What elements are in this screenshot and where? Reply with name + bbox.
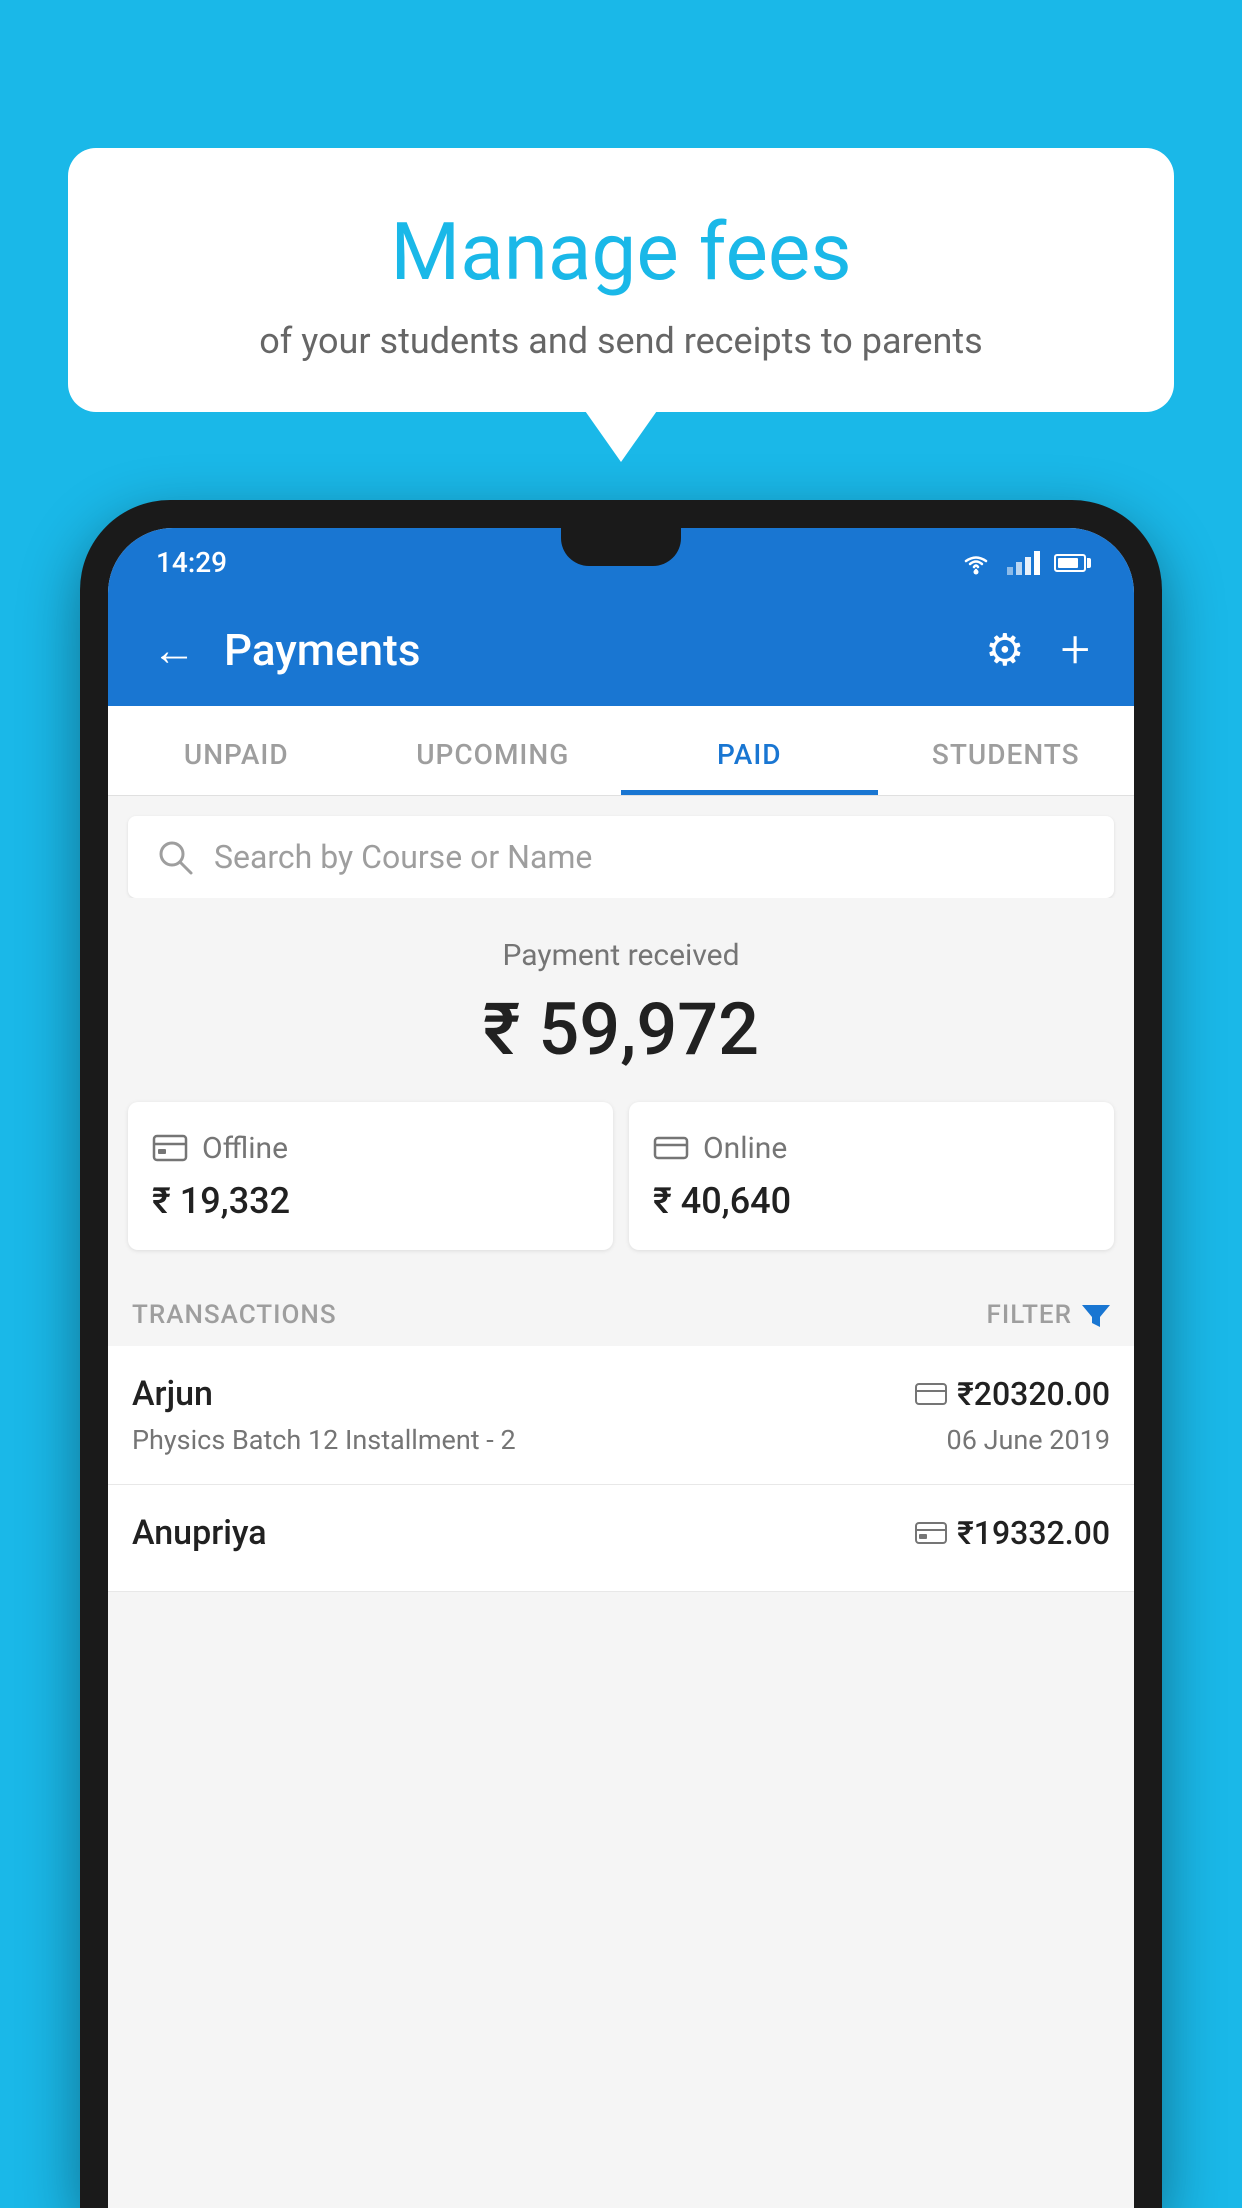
offline-payment-small-icon (915, 1520, 947, 1546)
online-payment-small-icon (915, 1381, 947, 1407)
phone-inner: 14:29 (108, 528, 1134, 2208)
speech-bubble-container: Manage fees of your students and send re… (68, 148, 1174, 412)
add-button[interactable]: + (1061, 619, 1090, 680)
transaction-name-arjun: Arjun (132, 1374, 213, 1414)
offline-payment-icon (152, 1130, 188, 1166)
content-area: Search by Course or Name Payment receive… (108, 796, 1134, 2208)
transaction-row-arjun: Arjun ₹20320.00 (132, 1374, 1110, 1414)
transaction-amount-arjun: ₹20320.00 (957, 1375, 1110, 1413)
filter-container[interactable]: FILTER (987, 1300, 1110, 1330)
transaction-item-arjun[interactable]: Arjun ₹20320.00 Physics Batch 12 Install… (108, 1346, 1134, 1485)
speech-bubble: Manage fees of your students and send re… (68, 148, 1174, 412)
transactions-header: TRANSACTIONS FILTER (108, 1280, 1134, 1346)
offline-label: Offline (202, 1131, 288, 1166)
phone-notch (561, 528, 681, 566)
online-amount: ₹ 40,640 (653, 1180, 1090, 1222)
tab-unpaid[interactable]: UNPAID (108, 706, 365, 795)
search-container[interactable]: Search by Course or Name (128, 816, 1114, 898)
transaction-amount-container-arjun: ₹20320.00 (915, 1375, 1110, 1413)
transaction-course-arjun: Physics Batch 12 Installment - 2 (132, 1424, 516, 1456)
status-time: 14:29 (156, 546, 227, 579)
filter-label: FILTER (987, 1300, 1072, 1330)
tabs-container: UNPAID UPCOMING PAID STUDENTS (108, 706, 1134, 796)
payment-total-amount: ₹ 59,972 (128, 987, 1114, 1072)
search-icon (156, 838, 194, 876)
search-placeholder: Search by Course or Name (214, 838, 592, 876)
offline-card-header: Offline (152, 1130, 589, 1166)
tab-paid[interactable]: PAID (621, 706, 878, 795)
transaction-row-anupriya: Anupriya ₹19332.00 (132, 1513, 1110, 1553)
battery-icon (1054, 554, 1086, 572)
settings-button[interactable]: ⚙ (985, 624, 1024, 676)
phone-frame: 14:29 (80, 500, 1162, 2208)
online-payment-icon (653, 1130, 689, 1166)
signal-bars-icon (1007, 551, 1040, 575)
transaction-date-arjun: 06 June 2019 (947, 1424, 1110, 1456)
transaction-item-anupriya[interactable]: Anupriya ₹19332.00 (108, 1485, 1134, 1592)
payment-label: Payment received (128, 938, 1114, 973)
bubble-title: Manage fees (116, 208, 1126, 296)
online-payment-card: Online ₹ 40,640 (629, 1102, 1114, 1250)
tab-students[interactable]: STUDENTS (878, 706, 1135, 795)
tab-upcoming[interactable]: UPCOMING (365, 706, 622, 795)
bubble-subtitle: of your students and send receipts to pa… (116, 320, 1126, 362)
wifi-icon (959, 550, 993, 576)
transactions-label: TRANSACTIONS (132, 1300, 337, 1330)
app-bar-actions: ⚙ + (985, 619, 1090, 680)
offline-amount: ₹ 19,332 (152, 1180, 589, 1222)
transaction-name-anupriya: Anupriya (132, 1513, 267, 1553)
offline-payment-card: Offline ₹ 19,332 (128, 1102, 613, 1250)
status-icons (959, 550, 1086, 576)
online-label: Online (703, 1131, 787, 1166)
transaction-amount-anupriya: ₹19332.00 (957, 1514, 1110, 1552)
app-bar-title: Payments (224, 624, 420, 676)
transaction-amount-container-anupriya: ₹19332.00 (915, 1514, 1110, 1552)
back-button[interactable]: ← (152, 624, 196, 676)
online-card-header: Online (653, 1130, 1090, 1166)
transaction-details-arjun: Physics Batch 12 Installment - 2 06 June… (132, 1424, 1110, 1456)
app-bar-left: ← Payments (152, 624, 420, 676)
payment-cards-row: Offline ₹ 19,332 Online ₹ 40,640 (108, 1102, 1134, 1280)
filter-icon (1082, 1301, 1110, 1329)
payment-received-section: Payment received ₹ 59,972 (108, 898, 1134, 1102)
app-bar: ← Payments ⚙ + (108, 593, 1134, 706)
